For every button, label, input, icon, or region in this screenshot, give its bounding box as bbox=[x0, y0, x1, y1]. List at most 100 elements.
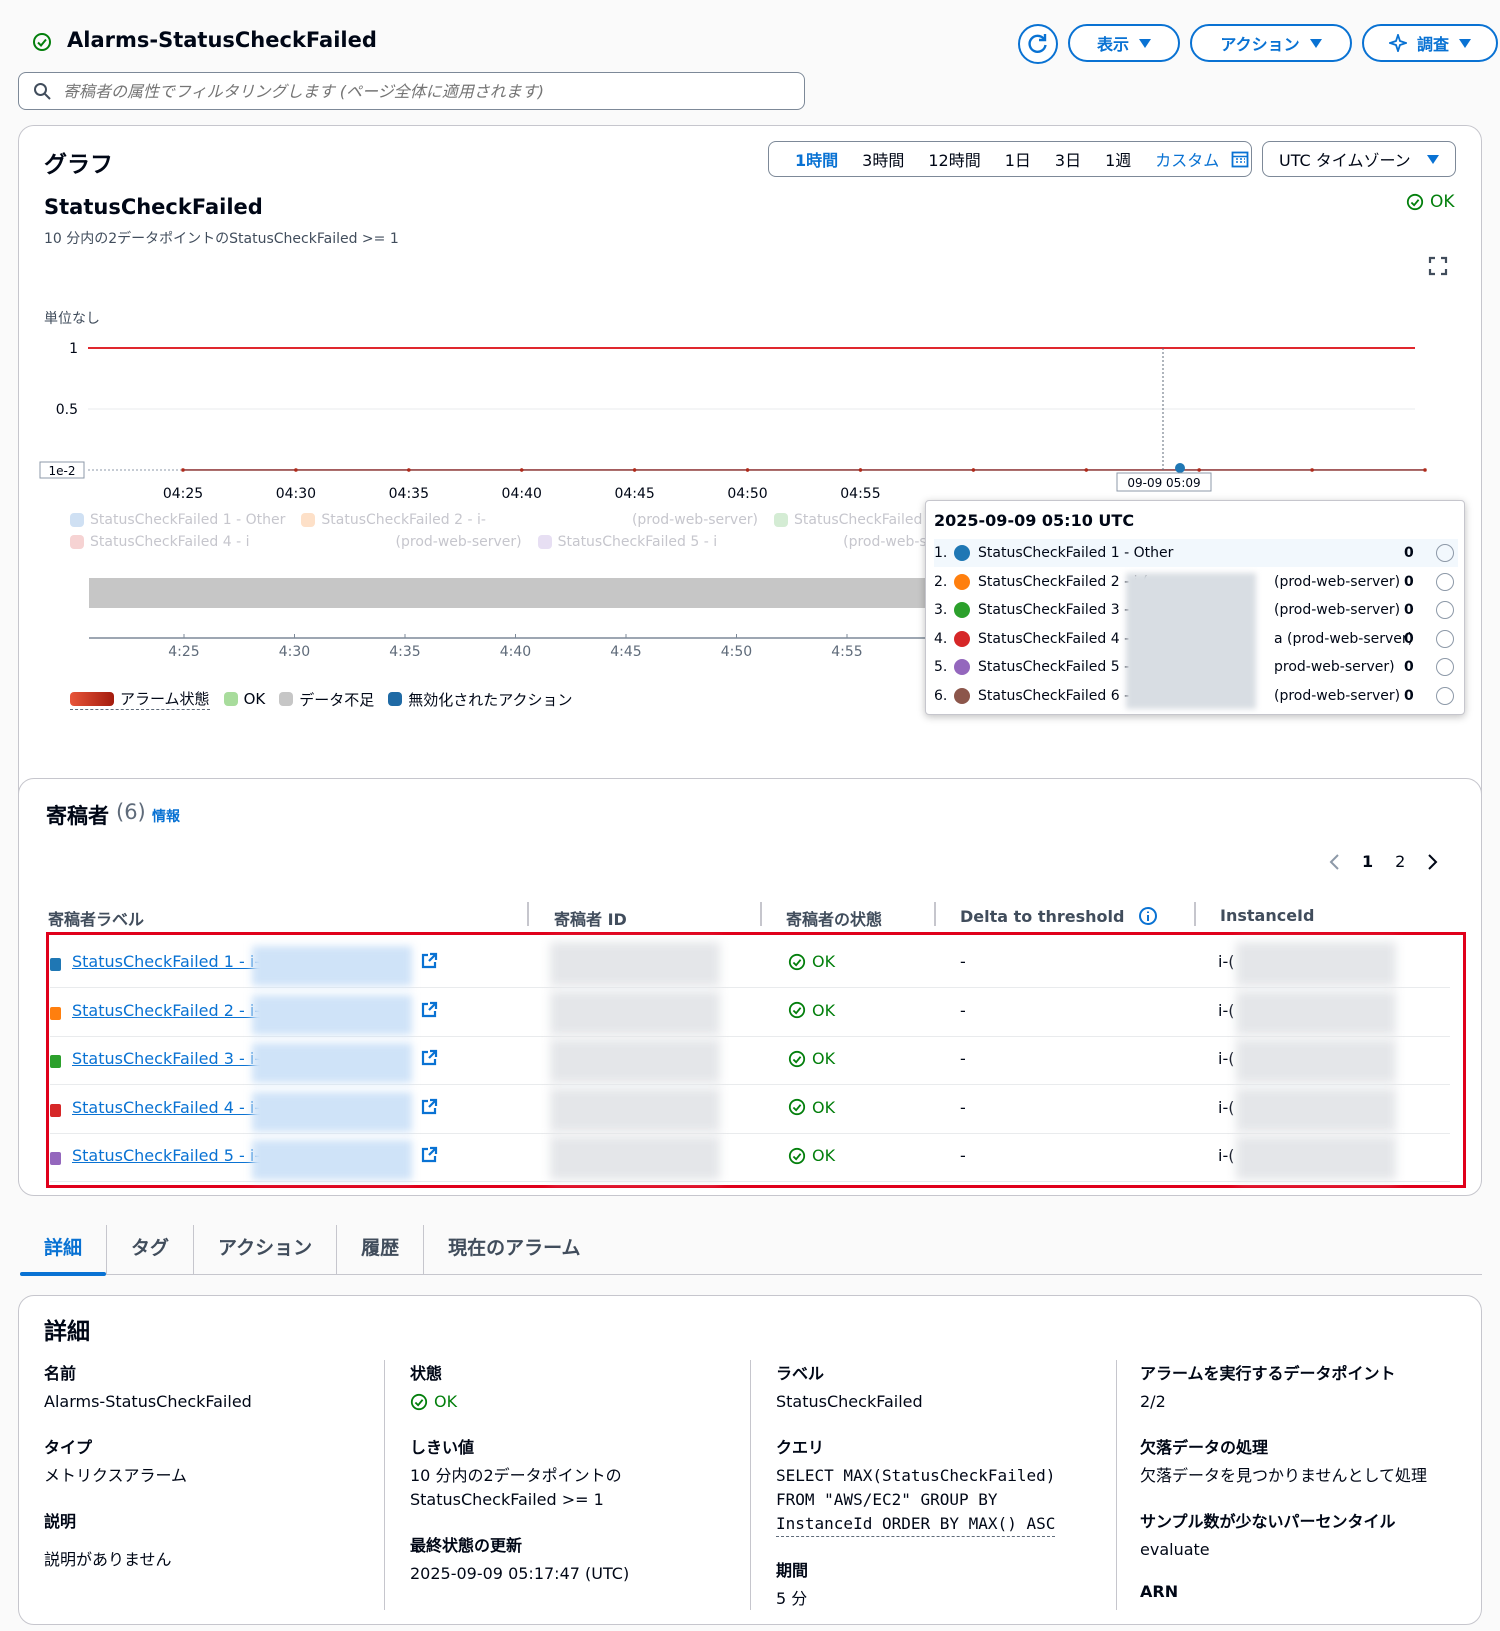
tab-history[interactable]: 履歴 bbox=[337, 1225, 425, 1275]
legend-item[interactable]: StatusCheckFailed 1 - Other bbox=[70, 512, 285, 528]
y-tick-label: 1 bbox=[69, 341, 78, 357]
external-link-icon[interactable] bbox=[420, 1146, 438, 1164]
redacted-instance-ids bbox=[1126, 573, 1256, 709]
band-tick-label: 4:40 bbox=[500, 644, 531, 660]
tab-actions[interactable]: アクション bbox=[194, 1225, 338, 1275]
delta-value: - bbox=[960, 1000, 966, 1020]
col-instance[interactable]: InstanceId bbox=[1220, 906, 1314, 925]
col-label[interactable]: 寄稿者ラベル bbox=[48, 906, 144, 930]
compass-icon[interactable] bbox=[1436, 686, 1454, 705]
legend-item[interactable]: StatusCheckFailed 5 - i (prod-web-ser bbox=[537, 534, 941, 550]
compass-icon[interactable] bbox=[1436, 629, 1454, 648]
compass-icon[interactable] bbox=[1436, 658, 1454, 676]
calendar-icon[interactable] bbox=[1231, 150, 1249, 168]
refresh-button[interactable] bbox=[1018, 24, 1058, 64]
info-icon[interactable] bbox=[1138, 906, 1158, 926]
row-index: 4. bbox=[934, 630, 948, 647]
type-value: メトリクスアラーム bbox=[44, 1466, 188, 1485]
redacted-contributor-id bbox=[550, 990, 720, 1035]
range-custom[interactable]: カスタム bbox=[1143, 147, 1231, 171]
legend-ok: OK bbox=[223, 690, 265, 708]
col-divider[interactable] bbox=[527, 902, 529, 926]
page-2[interactable]: 2 bbox=[1395, 852, 1405, 871]
range-1d[interactable]: 1日 bbox=[993, 147, 1043, 171]
contributor-filter[interactable] bbox=[18, 72, 805, 110]
metric-subtitle: 10 分内の2データポイントのStatusCheckFailed >= 1 bbox=[44, 231, 399, 247]
external-link-icon[interactable] bbox=[420, 1098, 438, 1116]
col-divider[interactable] bbox=[1194, 902, 1196, 926]
info-link[interactable]: 情報 bbox=[152, 806, 180, 826]
chevron-left-icon[interactable] bbox=[1328, 853, 1340, 871]
filter-input[interactable] bbox=[63, 81, 763, 101]
timezone-select[interactable]: UTC タイムゾーン bbox=[1262, 141, 1456, 177]
range-1h[interactable]: 1時間 bbox=[783, 147, 850, 171]
series-value: 0 bbox=[1404, 659, 1414, 675]
chevron-right-icon[interactable] bbox=[1427, 853, 1439, 871]
external-link-icon[interactable] bbox=[420, 952, 438, 970]
redacted-instance-id bbox=[1236, 990, 1396, 1035]
label-key: ラベル bbox=[776, 1364, 825, 1383]
series-legend-line-2: StatusCheckFailed 4 - i (prod-web-server)… bbox=[70, 534, 941, 550]
y-tick-label: 1e-2 bbox=[49, 464, 76, 478]
page-1[interactable]: 1 bbox=[1362, 852, 1373, 871]
legend-alarm-state: アラーム状態 bbox=[70, 688, 210, 710]
col-divider[interactable] bbox=[934, 902, 936, 926]
contributor-link[interactable]: StatusCheckFailed 4 - i- bbox=[72, 1098, 260, 1117]
series-suffix: prod-web-server) bbox=[1274, 659, 1395, 675]
range-1w[interactable]: 1週 bbox=[1093, 147, 1143, 171]
status-ok-icon bbox=[788, 1001, 806, 1019]
delta-value: - bbox=[960, 952, 966, 971]
external-link-icon[interactable] bbox=[420, 1049, 438, 1067]
missing-data-value: 欠落データを見つかりませんとして処理 bbox=[1140, 1466, 1428, 1485]
series-suffix: (prod-web-server) bbox=[1274, 687, 1401, 704]
legend-insufficient: データ不足 bbox=[279, 689, 374, 710]
band-tick-label: 4:50 bbox=[721, 644, 752, 660]
missing-data-key: 欠落データの処理 bbox=[1140, 1438, 1269, 1457]
col-id[interactable]: 寄稿者 ID bbox=[554, 906, 627, 930]
range-12h[interactable]: 12時間 bbox=[916, 147, 992, 171]
contributor-link[interactable]: StatusCheckFailed 3 - i- bbox=[72, 1049, 260, 1068]
contributor-link[interactable]: StatusCheckFailed 1 - i- bbox=[72, 952, 260, 971]
instance-id: i-( bbox=[1218, 1000, 1235, 1020]
tab-current-alarms[interactable]: 現在のアラーム bbox=[424, 1225, 604, 1275]
contributor-link[interactable]: StatusCheckFailed 2 - i- bbox=[72, 1001, 260, 1020]
query-value: SELECT MAX(StatusCheckFailed) FROM "AWS/E… bbox=[776, 1464, 1106, 1537]
tab-tags[interactable]: タグ bbox=[107, 1225, 195, 1275]
legend-item[interactable]: StatusCheckFailed 2 - i- (prod-web-server… bbox=[301, 512, 758, 528]
actions-label: アクション bbox=[1220, 35, 1300, 54]
contributor-link[interactable]: StatusCheckFailed 5 - i- bbox=[72, 1146, 260, 1165]
col-divider[interactable] bbox=[760, 902, 762, 926]
fullscreen-icon[interactable] bbox=[1428, 256, 1448, 276]
row-index: 6. bbox=[934, 687, 948, 704]
range-3d[interactable]: 3日 bbox=[1043, 147, 1093, 171]
band-tick-label: 4:55 bbox=[831, 644, 862, 660]
status-ok-icon bbox=[788, 1098, 806, 1116]
instance-id: i-( bbox=[1218, 1146, 1235, 1165]
view-dropdown-button[interactable]: 表示 bbox=[1068, 24, 1180, 62]
col-delta[interactable]: Delta to threshold bbox=[960, 906, 1158, 926]
compass-icon[interactable] bbox=[1436, 601, 1454, 619]
tab-details[interactable]: 詳細 bbox=[20, 1225, 108, 1276]
row-index: 2. bbox=[934, 573, 948, 590]
sparkle-icon bbox=[1388, 34, 1407, 52]
series-color-marker bbox=[50, 1103, 61, 1117]
data-point bbox=[1197, 468, 1201, 472]
actions-dropdown-button[interactable]: アクション bbox=[1190, 24, 1352, 62]
pagination: 1 2 bbox=[1328, 852, 1439, 871]
col-state[interactable]: 寄稿者の状態 bbox=[786, 906, 882, 930]
x-tick-label: 04:30 bbox=[276, 486, 316, 502]
legend-item[interactable]: StatusCheckFailed 4 - i (prod-web-server) bbox=[70, 534, 522, 550]
compass-icon[interactable] bbox=[1436, 572, 1454, 591]
range-3h[interactable]: 3時間 bbox=[850, 147, 916, 171]
tooltip-header: 2025-09-09 05:10 UTC bbox=[934, 511, 1135, 530]
data-point bbox=[520, 468, 524, 472]
compass-icon[interactable] bbox=[1436, 544, 1454, 562]
metric-state-text: OK bbox=[1430, 192, 1455, 212]
investigate-dropdown-button[interactable]: 調査 bbox=[1362, 24, 1498, 62]
external-link-icon[interactable] bbox=[420, 1001, 438, 1019]
details-heading: 詳細 bbox=[44, 1319, 90, 1345]
y-axis-unit: 単位なし bbox=[44, 311, 100, 327]
last-update-value: 2025-09-09 05:17:47 (UTC) bbox=[410, 1564, 630, 1583]
series-color-marker bbox=[50, 1055, 61, 1068]
percentile-value: evaluate bbox=[1140, 1540, 1210, 1559]
